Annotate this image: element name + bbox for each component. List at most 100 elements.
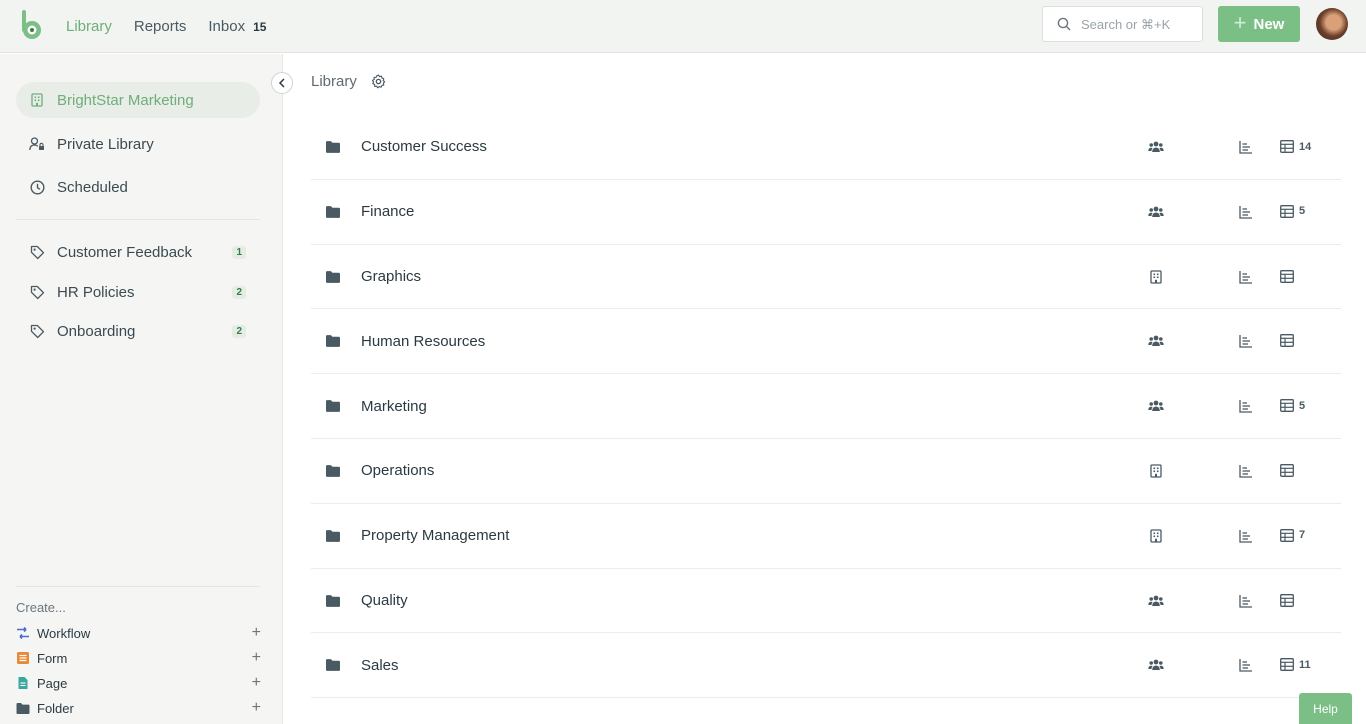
table-count: 7 [1299,529,1306,542]
list-item[interactable]: Human Resources [311,309,1341,375]
help-button[interactable]: Help [1299,693,1352,724]
table-count: 11 [1299,658,1311,671]
bar-chart-icon[interactable] [1239,594,1253,608]
tag-count-badge: 1 [232,245,246,259]
bar-chart-icon[interactable] [1239,464,1253,478]
team-icon[interactable] [1148,399,1164,413]
folder-name: Sales [361,656,399,674]
building-icon[interactable] [1150,269,1162,284]
create-form[interactable]: Form + [16,647,261,669]
create-page[interactable]: Page + [16,672,261,694]
sidebar-tag-onboarding[interactable]: Onboarding 2 [16,313,260,349]
tag-icon [30,285,44,299]
bar-chart-icon[interactable] [1239,205,1253,219]
folder-icon [326,335,340,348]
team-icon[interactable] [1148,658,1164,672]
bar-chart-icon[interactable] [1239,334,1253,349]
folder-name: Graphics [361,267,422,285]
building-icon[interactable] [1150,464,1162,478]
plus-icon: + [1233,10,1247,35]
list-item[interactable]: Finance 5 [311,180,1341,245]
folder-icon [326,465,340,477]
page-title: Library [311,73,357,90]
new-button[interactable]: + New [1218,6,1300,42]
add-icon[interactable]: + [252,674,261,692]
collapse-sidebar-button[interactable] [271,72,293,94]
table-icon[interactable] [1280,464,1294,477]
sidebar-tag-customer-feedback[interactable]: Customer Feedback 1 [16,234,260,270]
bar-chart-icon[interactable] [1239,399,1253,413]
table-count: 14 [1299,140,1312,153]
folder-icon [326,270,340,283]
create-label: Create... [16,600,66,615]
search-box[interactable] [1042,6,1203,42]
form-icon [17,652,29,664]
table-icon[interactable] [1280,528,1294,542]
inbox-count: 15 [253,19,267,34]
list-item[interactable]: Marketing 5 [311,374,1341,439]
sidebar-divider [16,219,260,220]
sidebar-item-scheduled[interactable]: Scheduled [16,169,260,205]
table-icon[interactable] [1280,399,1294,413]
table-icon[interactable] [1280,658,1294,672]
sidebar-item-brightstar-marketing[interactable]: BrightStar Marketing [16,82,260,118]
add-icon[interactable]: + [252,624,261,642]
bar-chart-icon[interactable] [1239,658,1253,673]
bar-chart-icon[interactable] [1239,529,1253,543]
list-item[interactable]: Property Management 7 [311,504,1341,569]
team-icon[interactable] [1148,140,1164,154]
table-icon[interactable] [1280,269,1294,283]
list-item[interactable]: Operations [311,439,1341,504]
add-icon[interactable]: + [252,699,261,717]
clock-icon [29,179,45,195]
team-icon[interactable] [1148,334,1164,348]
chevron-left-icon [278,78,285,88]
user-lock-icon [29,137,44,151]
search-input[interactable] [1081,16,1181,32]
folder-icon [326,529,340,542]
folder-icon [326,141,340,153]
folder-name: Property Management [361,527,510,545]
avatar[interactable] [1316,8,1348,40]
workflow-icon [17,626,29,640]
folder-name: Customer Success [361,138,487,156]
building-icon[interactable] [1150,529,1162,543]
list-item[interactable]: Customer Success 14 [311,115,1341,180]
nav-inbox[interactable]: Inbox 15 [208,18,266,35]
tag-count-badge: 2 [232,324,246,338]
sidebar: BrightStar Marketing Private Library Sch… [0,54,283,724]
nav-reports[interactable]: Reports [134,18,187,35]
list-item[interactable]: Quality [311,569,1341,634]
table-count: 5 [1299,205,1306,218]
gear-icon[interactable] [371,74,386,89]
folder-icon [326,205,340,218]
list-item[interactable]: Sales 11 [311,633,1341,699]
table-icon[interactable] [1280,140,1294,153]
folder-list: Customer Success 14 Finance 5 Graphics H… [311,115,1341,699]
table-icon[interactable] [1280,334,1294,348]
folder-icon [326,659,340,672]
folder-icon [326,400,340,413]
team-icon[interactable] [1148,205,1164,219]
nav-library[interactable]: Library [66,18,112,35]
list-item[interactable]: Graphics [311,245,1341,310]
table-icon[interactable] [1280,204,1294,218]
sidebar-tag-hr-policies[interactable]: HR Policies 2 [16,274,260,310]
bar-chart-icon[interactable] [1239,270,1253,284]
create-workflow[interactable]: Workflow + [16,622,261,644]
breadcrumb: Library [311,73,386,90]
main-nav: Library Reports Inbox 15 [66,0,266,53]
folder-icon [326,594,340,607]
tag-icon [30,324,44,338]
bar-chart-icon[interactable] [1239,140,1253,154]
table-icon[interactable] [1280,593,1294,607]
folder-name: Human Resources [361,332,486,350]
app-logo-icon[interactable] [20,10,44,40]
team-icon[interactable] [1148,594,1164,608]
sidebar-item-private-library[interactable]: Private Library [16,126,260,162]
folder-name: Marketing [361,397,427,415]
tag-count-badge: 2 [232,285,246,299]
create-folder[interactable]: Folder + [16,697,261,719]
add-icon[interactable]: + [252,649,261,667]
folder-name: Quality [361,591,408,609]
